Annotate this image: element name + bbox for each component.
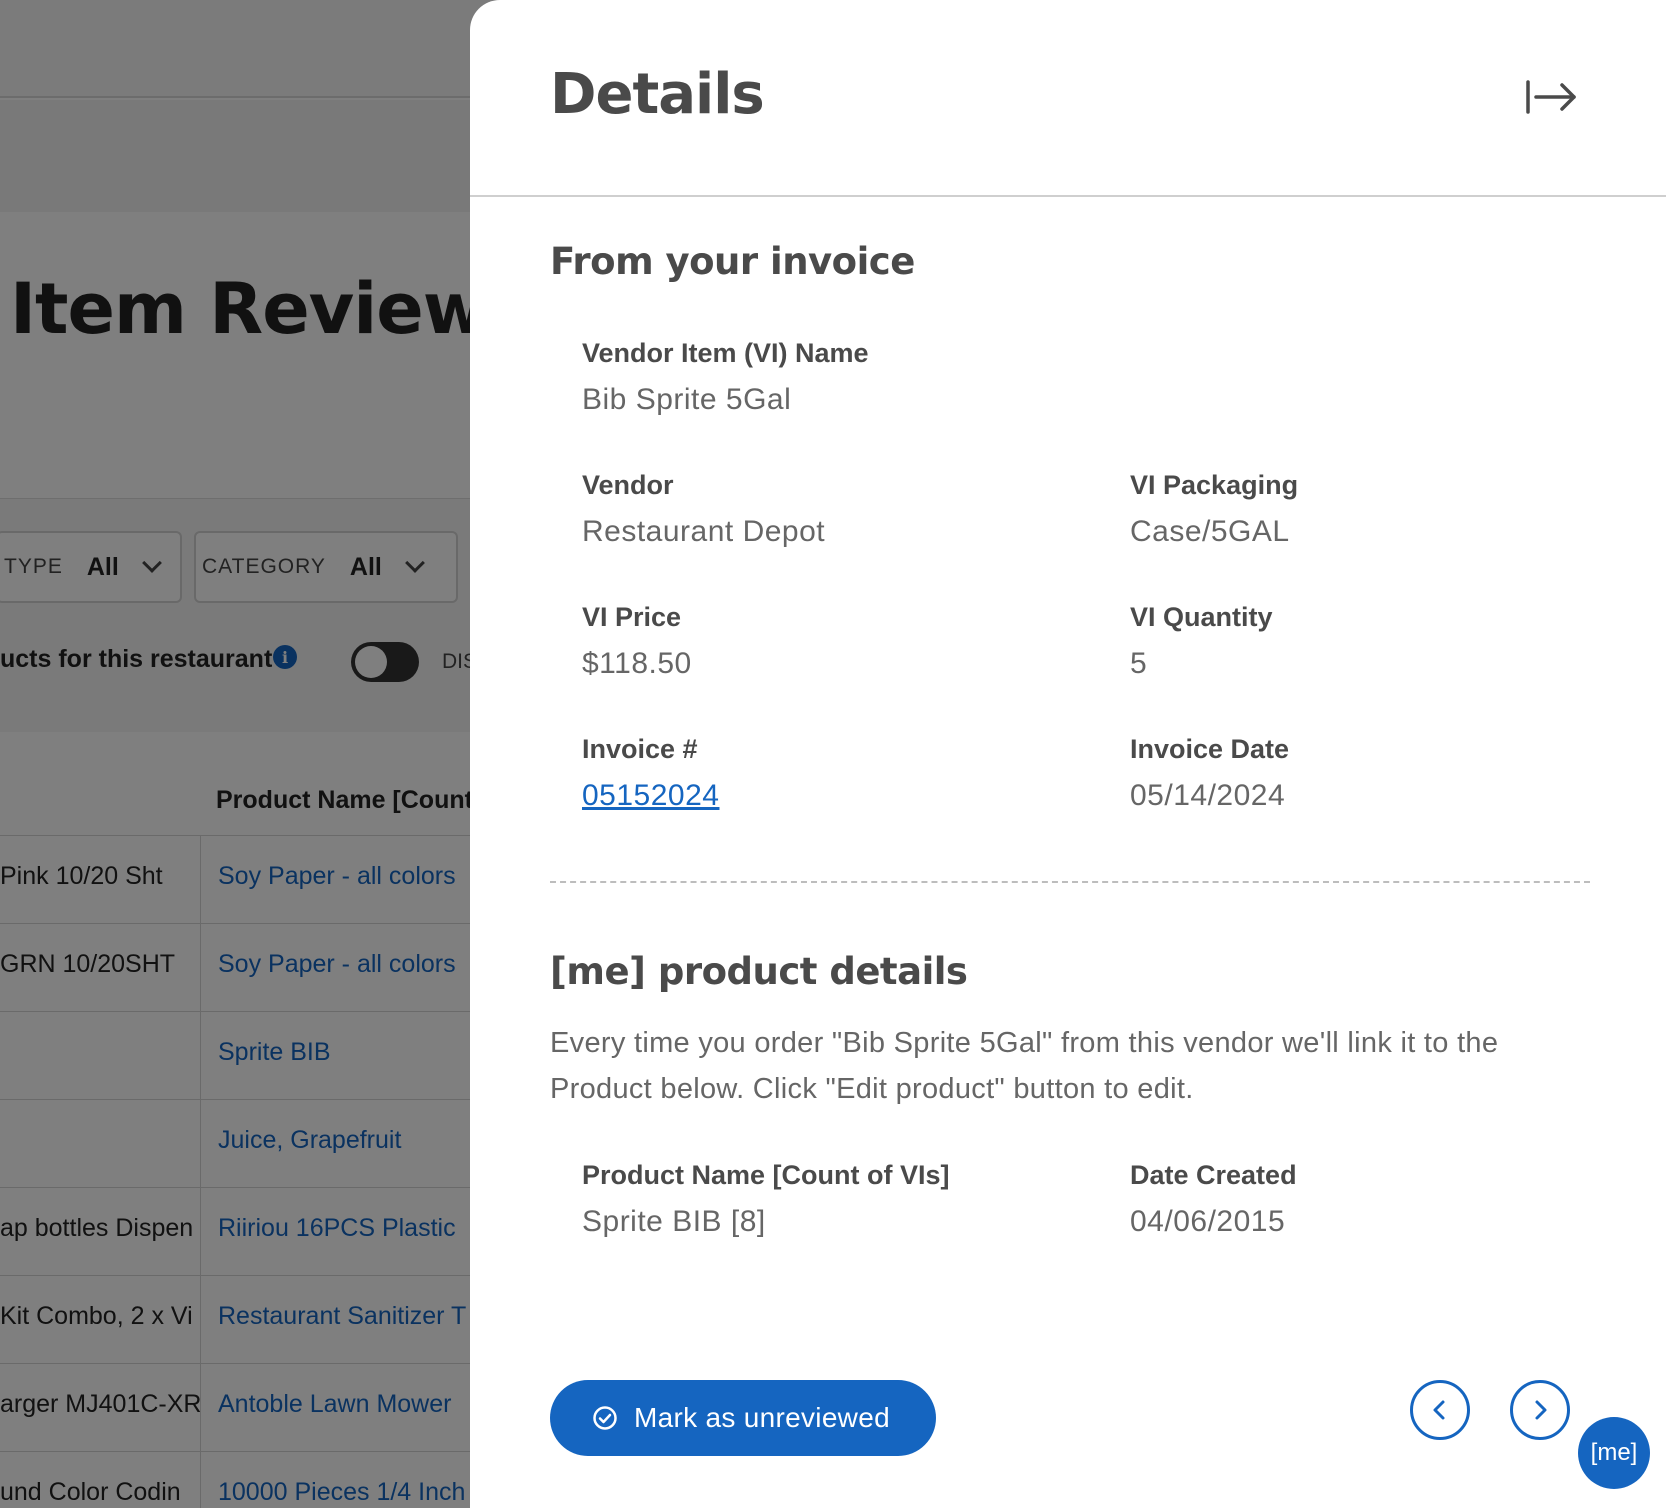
chevron-right-icon bbox=[1535, 1400, 1547, 1420]
product-section-description: Every time you order "Bib Sprite 5Gal" f… bbox=[550, 1027, 1499, 1105]
drawer-title: Details bbox=[550, 62, 765, 127]
mark-as-unreviewed-label: Mark as unreviewed bbox=[634, 1402, 890, 1433]
collapse-drawer-button[interactable] bbox=[1520, 72, 1580, 122]
vi-quantity-label: VI Quantity bbox=[1130, 602, 1273, 632]
invoice-section-title: From your invoice bbox=[550, 240, 915, 283]
product-name-label: Product Name [Count of VIs] bbox=[582, 1160, 950, 1190]
vi-packaging-value: Case/5GAL bbox=[1130, 515, 1290, 548]
arrow-collapse-right-icon bbox=[1526, 80, 1576, 114]
product-name-field: Product Name [Count of VIs] Sprite BIB [… bbox=[582, 1160, 950, 1239]
vendor-field: Vendor Restaurant Depot bbox=[582, 470, 825, 549]
invoice-date-label: Invoice Date bbox=[1130, 734, 1290, 764]
vi-name-field: Vendor Item (VI) Name Bib Sprite 5Gal bbox=[582, 338, 869, 417]
invoice-number-label: Invoice # bbox=[582, 734, 698, 764]
drawer-header: Details bbox=[470, 0, 1666, 197]
previous-item-button[interactable] bbox=[1410, 1380, 1470, 1440]
product-name-value: Sprite BIB [8] bbox=[582, 1205, 766, 1238]
vi-price-value: $118.50 bbox=[582, 647, 692, 680]
invoice-number-field: Invoice # 05152024 bbox=[582, 734, 719, 813]
invoice-date-field: Invoice Date 05/14/2024 bbox=[1130, 734, 1289, 813]
invoice-date-value: 05/14/2024 bbox=[1130, 779, 1286, 812]
me-assistant-badge[interactable]: [me] bbox=[1578, 1417, 1650, 1489]
check-circle-icon bbox=[593, 1406, 617, 1430]
vendor-value: Restaurant Depot bbox=[582, 515, 826, 548]
vi-quantity-field: VI Quantity 5 bbox=[1130, 602, 1273, 681]
date-created-value: 04/06/2015 bbox=[1130, 1205, 1286, 1238]
section-divider bbox=[550, 881, 1590, 883]
vi-packaging-label: VI Packaging bbox=[1130, 470, 1299, 500]
vendor-label: Vendor bbox=[582, 470, 674, 500]
date-created-label: Date Created bbox=[1130, 1160, 1297, 1190]
product-section-title: [me] product details bbox=[550, 950, 968, 993]
vi-quantity-value: 5 bbox=[1130, 647, 1148, 680]
vi-name-value: Bib Sprite 5Gal bbox=[582, 383, 792, 416]
vi-name-label: Vendor Item (VI) Name bbox=[582, 338, 869, 368]
details-drawer: Details From your invoice Vendor Item (V… bbox=[470, 0, 1666, 1508]
vi-price-label: VI Price bbox=[582, 602, 682, 632]
vi-packaging-field: VI Packaging Case/5GAL bbox=[1130, 470, 1298, 549]
date-created-field: Date Created 04/06/2015 bbox=[1130, 1160, 1297, 1239]
mark-as-unreviewed-button[interactable]: Mark as unreviewed bbox=[550, 1380, 936, 1456]
invoice-number-link[interactable]: 05152024 bbox=[582, 779, 719, 813]
next-item-button[interactable] bbox=[1510, 1380, 1570, 1440]
chevron-left-icon bbox=[1433, 1400, 1445, 1420]
vi-price-field: VI Price $118.50 bbox=[582, 602, 692, 681]
